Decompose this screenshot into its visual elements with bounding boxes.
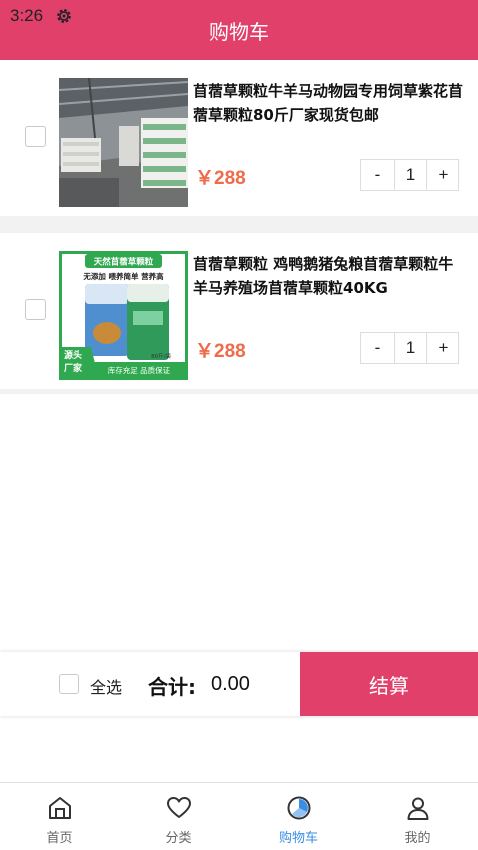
- decrease-button[interactable]: -: [361, 160, 394, 190]
- cart-icon: [287, 796, 311, 820]
- product-image[interactable]: [59, 78, 188, 207]
- tab-category[interactable]: 分类: [119, 783, 238, 850]
- product-bag-photo: 天然苜蓿草颗粒 无添加 喂养简单 营养高 80斤/袋 源头 厂家 库存充足 品质…: [59, 251, 188, 380]
- quantity-stepper: - 1 +: [360, 159, 459, 191]
- user-icon: [407, 797, 429, 820]
- cart-item: 天然苜蓿草颗粒 无添加 喂养简单 营养高 80斤/袋 源头 厂家 库存充足 品质…: [0, 233, 478, 389]
- select-all-label[interactable]: 全选: [90, 674, 122, 698]
- image-footer-text: 库存充足 品质保证: [108, 365, 171, 375]
- image-weight-text: 80斤/袋: [151, 352, 171, 360]
- item-checkbox[interactable]: [25, 299, 46, 320]
- product-title[interactable]: 苜蓿草颗粒 鸡鸭鹅猪兔粮苜蓿草颗粒牛羊马养殖场苜蓿草颗粒40KG: [193, 252, 465, 300]
- checkout-bar: 全选 合计: 0.00 结算: [0, 652, 478, 716]
- decrease-button[interactable]: -: [361, 333, 394, 363]
- image-banner-text: 天然苜蓿草颗粒: [94, 257, 154, 268]
- cart-item: 苜蓿草颗粒牛羊马动物园专用饲草紫花苜蓿草颗粒80斤厂家现货包邮 ￥288 - 1…: [0, 60, 478, 216]
- cart-list: 苜蓿草颗粒牛羊马动物园专用饲草紫花苜蓿草颗粒80斤厂家现货包邮 ￥288 - 1…: [0, 60, 478, 394]
- tab-cart[interactable]: 购物车: [239, 783, 358, 850]
- tab-label: 购物车: [278, 831, 318, 846]
- total-amount: 0.00: [211, 673, 250, 695]
- checkout-button[interactable]: 结算: [300, 652, 478, 716]
- home-icon: [49, 797, 71, 819]
- tab-home[interactable]: 首页: [0, 783, 119, 850]
- tab-label: 分类: [165, 831, 192, 846]
- header-bar: 3:26 购物车: [0, 0, 478, 60]
- increase-button[interactable]: +: [427, 160, 460, 190]
- page-title: 购物车: [209, 20, 269, 44]
- tab-label: 首页: [46, 831, 73, 846]
- image-badge-text: 源头: [64, 349, 82, 361]
- product-price: ￥288: [195, 168, 246, 189]
- quantity-value[interactable]: 1: [394, 333, 427, 363]
- image-features-text: 无添加 喂养简单 营养高: [82, 271, 164, 281]
- increase-button[interactable]: +: [427, 333, 460, 363]
- item-checkbox[interactable]: [25, 126, 46, 147]
- quantity-value[interactable]: 1: [394, 160, 427, 190]
- bottom-tab-bar: 首页 分类 购物车 我的: [0, 782, 478, 850]
- select-all-checkbox[interactable]: [59, 674, 79, 694]
- quantity-stepper: - 1 +: [360, 332, 459, 364]
- product-title[interactable]: 苜蓿草颗粒牛羊马动物园专用饲草紫花苜蓿草颗粒80斤厂家现货包邮: [193, 79, 465, 127]
- product-image[interactable]: 天然苜蓿草颗粒 无添加 喂养简单 营养高 80斤/袋 源头 厂家 库存充足 品质…: [59, 251, 188, 380]
- tab-label: 我的: [404, 831, 431, 846]
- product-price: ￥288: [195, 341, 246, 362]
- total-label: 合计:: [148, 675, 196, 699]
- warehouse-photo: [59, 78, 188, 207]
- image-badge-text: 厂家: [64, 362, 83, 374]
- heart-icon: [167, 797, 191, 818]
- tab-profile[interactable]: 我的: [358, 783, 477, 850]
